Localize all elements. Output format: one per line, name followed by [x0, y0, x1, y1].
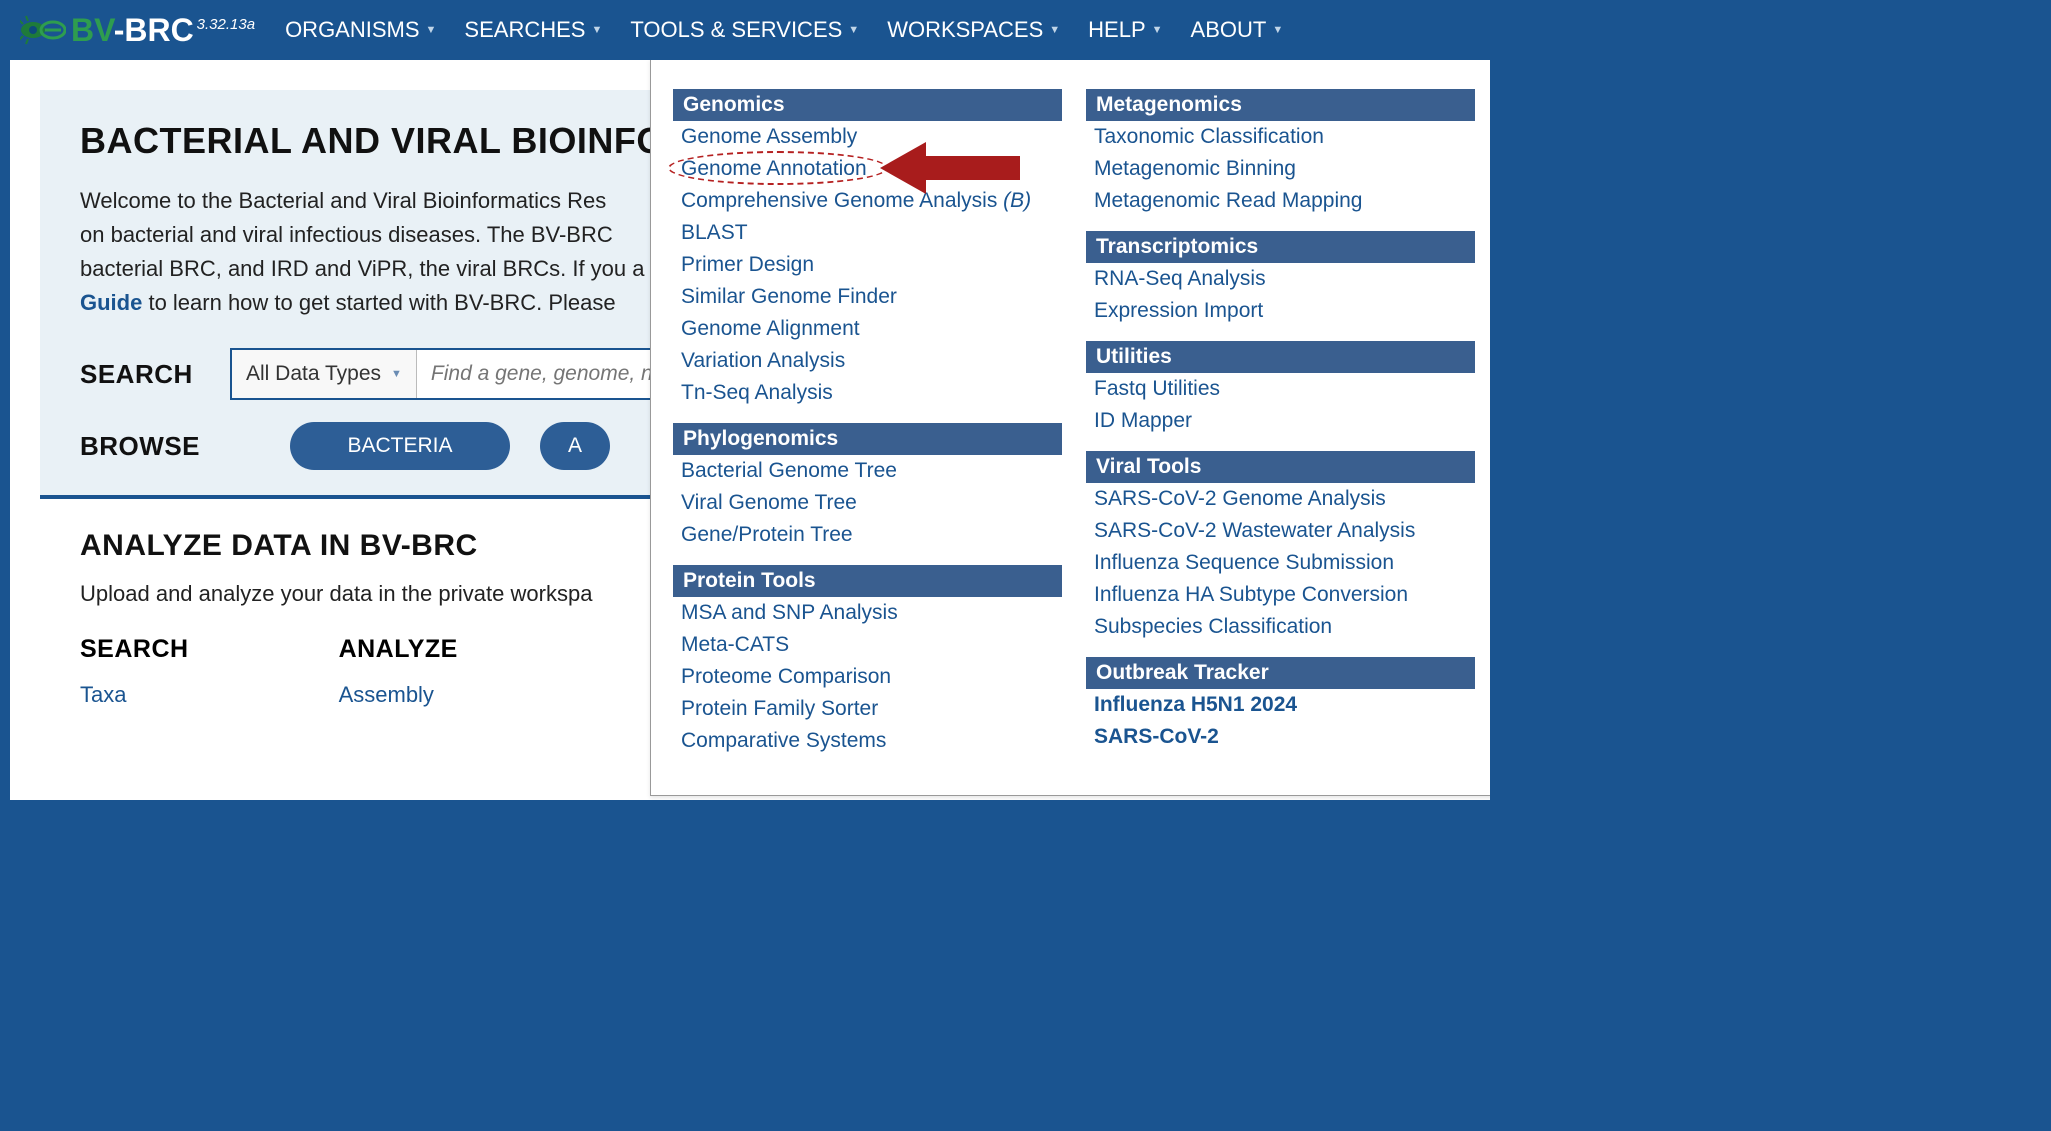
- topbar: BV-BRC 3.32.13a ORGANISMS ▼ SEARCHES ▼ TOO…: [0, 0, 1500, 60]
- link-text: Comprehensive Genome Analysis: [681, 189, 1003, 212]
- group-outbreak-tracker: Outbreak Tracker Influenza H5N1 2024 SAR…: [1086, 657, 1475, 753]
- chevron-down-icon: ▼: [1272, 24, 1283, 36]
- link-sarscov2-genome-analysis[interactable]: SARS-CoV-2 Genome Analysis: [1086, 483, 1475, 515]
- select-value: All Data Types: [246, 362, 381, 386]
- chevron-down-icon: ▼: [426, 24, 437, 36]
- beta-badge: (B): [1003, 189, 1031, 212]
- tools-services-dropdown: Genomics Genome Assembly Genome Annotati…: [650, 60, 1490, 796]
- link-fastq-utilities[interactable]: Fastq Utilities: [1086, 373, 1475, 405]
- link-gene-protein-tree[interactable]: Gene/Protein Tree: [673, 519, 1062, 551]
- nav-searches[interactable]: SEARCHES ▼: [464, 17, 602, 43]
- search-column: SEARCH Taxa: [80, 635, 189, 718]
- link-taxonomic-classification[interactable]: Taxonomic Classification: [1086, 121, 1475, 153]
- link-similar-genome-finder[interactable]: Similar Genome Finder: [673, 281, 1062, 313]
- link-meta-cats[interactable]: Meta-CATS: [673, 629, 1062, 661]
- link-tnseq-analysis[interactable]: Tn-Seq Analysis: [673, 377, 1062, 409]
- analyze-column: ANALYZE Assembly: [339, 635, 458, 718]
- link-metagenomic-read-mapping[interactable]: Metagenomic Read Mapping: [1086, 185, 1475, 217]
- group-metagenomics: Metagenomics Taxonomic Classification Me…: [1086, 89, 1475, 217]
- nav-label: WORKSPACES: [887, 17, 1043, 43]
- column-head: ANALYZE: [339, 635, 458, 664]
- link-text: Genome Annotation: [681, 157, 867, 180]
- group-header: Transcriptomics: [1086, 231, 1475, 263]
- link-influenza-ha-subtype-conversion[interactable]: Influenza HA Subtype Conversion: [1086, 579, 1475, 611]
- link-rnaseq-analysis[interactable]: RNA-Seq Analysis: [1086, 263, 1475, 295]
- browse-archaea-button[interactable]: A: [540, 422, 610, 470]
- group-header: Protein Tools: [673, 565, 1062, 597]
- nav-workspaces[interactable]: WORKSPACES ▼: [887, 17, 1060, 43]
- group-header: Utilities: [1086, 341, 1475, 373]
- taxa-link[interactable]: Taxa: [80, 682, 189, 708]
- brand-version: 3.32.13a: [197, 16, 255, 33]
- link-proteome-comparison[interactable]: Proteome Comparison: [673, 661, 1062, 693]
- nav-about[interactable]: ABOUT ▼: [1191, 17, 1284, 43]
- nav-label: ORGANISMS: [285, 17, 419, 43]
- group-genomics: Genomics Genome Assembly Genome Annotati…: [673, 89, 1062, 409]
- group-header: Genomics: [673, 89, 1062, 121]
- group-header: Viral Tools: [1086, 451, 1475, 483]
- chevron-down-icon: ▼: [391, 368, 402, 380]
- nav-label: SEARCHES: [464, 17, 585, 43]
- dropdown-col-2: Metagenomics Taxonomic Classification Me…: [1086, 89, 1475, 771]
- link-genome-annotation[interactable]: Genome Annotation: [673, 153, 1062, 185]
- column-head: SEARCH: [80, 635, 189, 664]
- link-primer-design[interactable]: Primer Design: [673, 249, 1062, 281]
- nav-label: ABOUT: [1191, 17, 1267, 43]
- chevron-down-icon: ▼: [1049, 24, 1060, 36]
- brand-brc: -BRC: [114, 12, 194, 48]
- chevron-down-icon: ▼: [848, 24, 859, 36]
- link-protein-family-sorter[interactable]: Protein Family Sorter: [673, 693, 1062, 725]
- group-transcriptomics: Transcriptomics RNA-Seq Analysis Express…: [1086, 231, 1475, 327]
- link-influenza-h5n1-2024[interactable]: Influenza H5N1 2024: [1086, 689, 1475, 721]
- link-genome-assembly[interactable]: Genome Assembly: [673, 121, 1062, 153]
- link-msa-snp-analysis[interactable]: MSA and SNP Analysis: [673, 597, 1062, 629]
- link-sarscov2-tracker[interactable]: SARS-CoV-2: [1086, 721, 1475, 753]
- group-viral-tools: Viral Tools SARS-CoV-2 Genome Analysis S…: [1086, 451, 1475, 643]
- chevron-down-icon: ▼: [591, 24, 602, 36]
- link-comprehensive-genome-analysis[interactable]: Comprehensive Genome Analysis (B): [673, 185, 1062, 217]
- main-nav: ORGANISMS ▼ SEARCHES ▼ TOOLS & SERVICES ▼ W…: [285, 17, 1283, 43]
- group-phylogenomics: Phylogenomics Bacterial Genome Tree Vira…: [673, 423, 1062, 551]
- browse-label: BROWSE: [80, 431, 230, 462]
- search-label: SEARCH: [80, 359, 230, 390]
- link-sarscov2-wastewater-analysis[interactable]: SARS-CoV-2 Wastewater Analysis: [1086, 515, 1475, 547]
- brand-text: BV-BRC: [71, 12, 194, 49]
- data-type-select[interactable]: All Data Types ▼: [232, 350, 417, 398]
- link-influenza-sequence-submission[interactable]: Influenza Sequence Submission: [1086, 547, 1475, 579]
- link-subspecies-classification[interactable]: Subspecies Classification: [1086, 611, 1475, 643]
- brand-icon: [20, 15, 66, 45]
- browse-bacteria-button[interactable]: BACTERIA: [290, 422, 510, 470]
- link-bacterial-genome-tree[interactable]: Bacterial Genome Tree: [673, 455, 1062, 487]
- group-header: Outbreak Tracker: [1086, 657, 1475, 689]
- chevron-down-icon: ▼: [1152, 24, 1163, 36]
- nav-organisms[interactable]: ORGANISMS ▼: [285, 17, 436, 43]
- link-blast[interactable]: BLAST: [673, 217, 1062, 249]
- nav-label: TOOLS & SERVICES: [630, 17, 842, 43]
- page-content: BACTERIAL AND VIRAL BIOINFOR Welcome to …: [10, 60, 1490, 800]
- brand-bv: BV: [71, 12, 114, 48]
- guide-link[interactable]: Guide: [80, 290, 142, 315]
- link-viral-genome-tree[interactable]: Viral Genome Tree: [673, 487, 1062, 519]
- brand-logo[interactable]: BV-BRC 3.32.13a: [20, 12, 255, 49]
- assembly-link[interactable]: Assembly: [339, 682, 458, 708]
- link-variation-analysis[interactable]: Variation Analysis: [673, 345, 1062, 377]
- link-comparative-systems[interactable]: Comparative Systems: [673, 725, 1062, 757]
- group-protein-tools: Protein Tools MSA and SNP Analysis Meta-…: [673, 565, 1062, 757]
- link-genome-alignment[interactable]: Genome Alignment: [673, 313, 1062, 345]
- group-header: Phylogenomics: [673, 423, 1062, 455]
- dropdown-col-1: Genomics Genome Assembly Genome Annotati…: [673, 89, 1062, 771]
- nav-tools-services[interactable]: TOOLS & SERVICES ▼: [630, 17, 859, 43]
- nav-label: HELP: [1088, 17, 1145, 43]
- link-expression-import[interactable]: Expression Import: [1086, 295, 1475, 327]
- link-metagenomic-binning[interactable]: Metagenomic Binning: [1086, 153, 1475, 185]
- group-header: Metagenomics: [1086, 89, 1475, 121]
- group-utilities: Utilities Fastq Utilities ID Mapper: [1086, 341, 1475, 437]
- link-id-mapper[interactable]: ID Mapper: [1086, 405, 1475, 437]
- nav-help[interactable]: HELP ▼: [1088, 17, 1162, 43]
